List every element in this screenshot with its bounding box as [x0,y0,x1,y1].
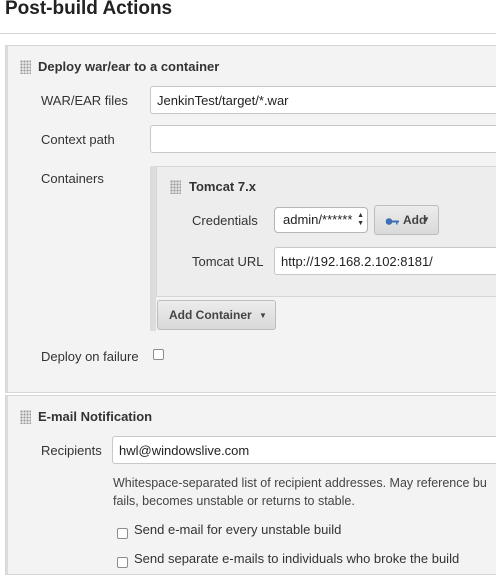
credentials-label: Credentials [192,213,258,228]
section-title: Post-build Actions [5,0,173,19]
recipients-label: Recipients [41,443,102,458]
dropdown-arrow-icon: ▼ [259,311,267,320]
containers-label: Containers [41,171,104,186]
add-container-button[interactable]: Add Container ▼ [157,300,276,330]
drag-handle-icon[interactable] [20,410,31,424]
credentials-value: admin/****** [283,212,353,227]
help-line: Whitespace-separated list of recipient a… [113,476,487,490]
title-divider [0,33,496,34]
drag-handle-icon[interactable] [20,60,31,74]
deploy-on-failure-label: Deploy on failure [41,349,139,364]
deploy-on-failure-checkbox[interactable] [153,349,164,360]
tomcat-url-input[interactable] [274,247,496,275]
recipients-input[interactable] [112,436,496,464]
war-files-label: WAR/EAR files [41,93,128,108]
drag-handle-icon[interactable] [170,180,181,194]
select-arrows-icon: ▲ ▼ [357,212,364,227]
tomcat-url-label: Tomcat URL [192,254,264,269]
separate-email-label: Send separate e-mails to individuals who… [134,551,460,566]
add-credentials-button[interactable]: Add ▼ [374,205,439,235]
context-path-label: Context path [41,132,115,147]
deploy-heading: Deploy war/ear to a container [38,59,220,74]
help-line: fails, becomes unstable or returns to st… [113,494,355,508]
separate-email-checkbox[interactable] [117,557,128,568]
dropdown-arrow-icon: ▼ [422,215,430,224]
unstable-email-checkbox[interactable] [117,528,128,539]
tomcat-heading: Tomcat 7.x [189,179,256,194]
unstable-email-label: Send e-mail for every unstable build [134,522,342,537]
recipients-help: Whitespace-separated list of recipient a… [113,474,496,510]
email-heading: E-mail Notification [38,409,153,424]
war-files-input[interactable] [150,86,496,114]
panel-accent-bar [6,46,8,392]
credentials-select[interactable]: admin/****** ▲ ▼ [274,207,368,233]
key-icon [385,218,399,225]
panel-accent-bar [6,396,8,574]
context-path-input[interactable] [150,125,496,153]
add-container-label: Add Container [169,308,252,322]
